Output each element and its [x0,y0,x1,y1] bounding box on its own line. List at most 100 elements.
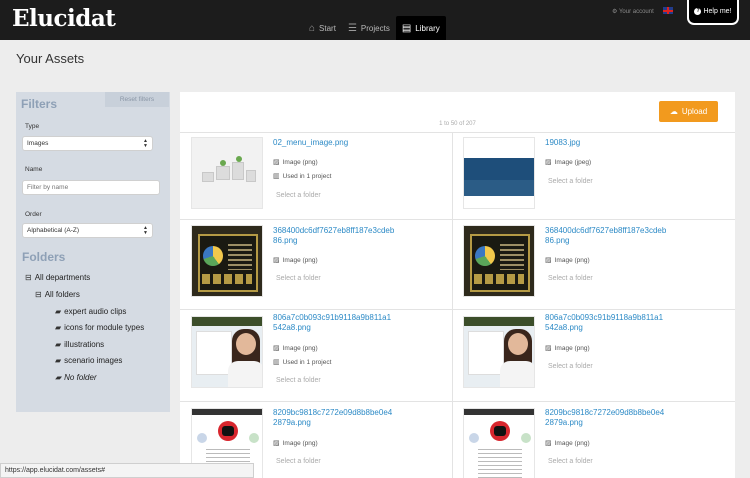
asset-type: ▨ Image (png) [273,256,318,265]
select-folder-dropdown[interactable]: Select a folder [548,458,593,465]
asset-type-label: Image (png) [282,344,318,352]
help-label: Help me! [703,8,732,15]
page-title: Your Assets [16,51,85,66]
divider [180,132,735,133]
home-icon: ⌂ [309,22,316,34]
elucidat-logo[interactable]: Elucidat [12,5,116,32]
folder-label: expert audio clips [64,307,127,316]
asset-usage: ▥ Used in 1 project [273,172,332,181]
cloud-upload-icon: ☁ [669,107,678,116]
nav-library[interactable]: ▤ Library [395,16,446,40]
image-file-icon: ▨ [545,345,552,352]
folder-no-folder[interactable]: ▰ No folder [55,373,97,382]
name-filter-input[interactable] [22,180,160,195]
asset-type: ▨ Image (png) [545,256,590,265]
type-select[interactable]: Images ▲ ▼ [22,136,153,151]
folder-label: No folder [64,373,97,382]
asset-usage-label: Used in 1 project [282,172,332,180]
image-file-icon: ▨ [273,345,280,352]
asset-thumbnail[interactable] [463,408,535,478]
nav-projects[interactable]: ☰ Projects [342,16,396,40]
folder-label: illustrations [64,340,105,349]
divider [180,219,735,220]
folder-all-folders[interactable]: ⊟ All folders [35,290,80,299]
folder-icon: ▰ [55,323,62,332]
folder-icons-for-module-types[interactable]: ▰ icons for module types [55,323,144,332]
select-folder-dropdown[interactable]: Select a folder [276,192,321,199]
asset-thumbnail[interactable] [191,225,263,297]
divider [180,309,735,310]
divider [180,401,735,402]
open-folder-icon: ⊟ [35,290,42,299]
asset-thumbnail[interactable] [463,316,535,388]
asset-type-label: Image (png) [554,439,590,447]
select-folder-dropdown[interactable]: Select a folder [276,458,321,465]
nav-start[interactable]: ⌂ Start [303,16,342,40]
folder-icon: ▰ [55,307,62,316]
folder-illustrations[interactable]: ▰ illustrations [55,340,104,349]
folder-scenario-images[interactable]: ▰ scenario images [55,356,122,365]
main-nav: ⌂ Start ☰ Projects ▤ Library [303,16,446,40]
select-folder-dropdown[interactable]: Select a folder [276,377,321,384]
upload-label: Upload [681,107,708,116]
nav-library-label: Library [415,23,440,33]
image-file-icon: ▨ [545,159,552,166]
filters-title: Filters [21,97,58,111]
upload-button[interactable]: ☁ Upload [659,101,718,122]
folder-label: icons for module types [64,323,145,332]
filters-sidebar: Filters Reset filters Type Images ▲ ▼ Nam… [16,92,170,412]
asset-thumbnail[interactable] [191,316,263,388]
top-navbar: Elucidat ⌂ Start ☰ Projects ▤ Library ⚙ … [0,0,750,40]
name-label: Name [25,166,43,173]
asset-name-link[interactable]: 368400dc6df7627eb8ff187e3cdeb86.png [545,226,667,246]
account-label: Your account [618,9,654,15]
folder-label: All departments [34,273,91,282]
divider [452,132,453,478]
asset-type: ▨ Image (png) [545,439,590,448]
asset-type-label: Image (png) [282,439,318,447]
type-select-value: Images [27,140,49,147]
browser-status-url: https://app.elucidat.com/assets# [0,463,254,478]
asset-name-link[interactable]: 368400dc6df7627eb8ff187e3cdeb86.png [273,226,395,246]
folder-all-departments[interactable]: ⊟ All departments [25,273,90,282]
reset-filters-button[interactable]: Reset filters [105,92,169,107]
asset-name-link[interactable]: 8209bc9818c7272e09d8b8be0e42879a.png [273,408,395,428]
asset-thumbnail[interactable] [463,137,535,209]
asset-thumbnail[interactable] [191,137,263,209]
help-button[interactable]: ? Help me! [687,0,739,25]
folder-expert-audio-clips[interactable]: ▰ expert audio clips [55,307,126,316]
asset-name-link[interactable]: 8209bc9818c7272e09d8b8be0e42879a.png [545,408,667,428]
asset-name-link[interactable]: 19083.jpg [545,138,667,148]
image-file-icon: ▨ [273,257,280,264]
uk-flag-icon[interactable] [663,7,673,14]
order-select[interactable]: Alphabetical (A-Z) ▲ ▼ [22,223,153,238]
select-arrows-icon: ▲ ▼ [143,225,148,236]
select-folder-dropdown[interactable]: Select a folder [548,363,593,370]
asset-name-link[interactable]: 806a7c0b093c91b9118a9b811a1542a8.png [273,313,395,333]
image-file-icon: ▨ [273,440,280,447]
account-link[interactable]: ⚙ Your account [612,8,654,15]
image-file-icon: ▨ [545,440,552,447]
asset-type-label: Image (jpeg) [554,158,592,166]
folder-label: scenario images [64,356,123,365]
order-label: Order [25,211,42,218]
folder-icon: ▰ [55,340,62,349]
list-icon: ☰ [347,22,357,34]
select-folder-dropdown[interactable]: Select a folder [548,275,593,282]
select-folder-dropdown[interactable]: Select a folder [276,275,321,282]
gear-icon: ⚙ [612,9,618,15]
book-icon: ▤ [401,22,412,34]
select-folder-dropdown[interactable]: Select a folder [548,178,593,185]
asset-type-label: Image (png) [282,256,318,264]
asset-name-link[interactable]: 02_menu_image.png [273,138,395,148]
folders-title: Folders [22,250,66,264]
folder-icon: ▰ [55,356,62,365]
asset-type-label: Image (png) [554,344,590,352]
open-folder-icon: ⊟ [25,273,32,282]
asset-thumbnail[interactable] [463,225,535,297]
asset-type-label: Image (png) [554,256,590,264]
image-file-icon: ▨ [545,257,552,264]
image-file-icon: ▨ [273,159,280,166]
asset-usage: ▥ Used in 1 project [273,358,331,367]
asset-name-link[interactable]: 806a7c0b093c91b9118a9b811a1542a8.png [545,313,667,333]
